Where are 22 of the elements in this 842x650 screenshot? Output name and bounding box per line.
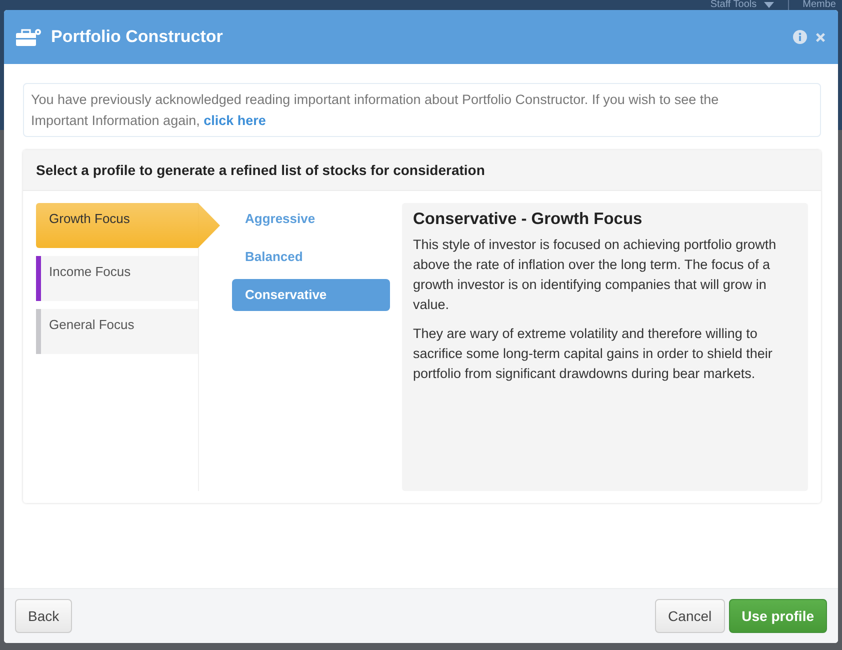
category-tab[interactable]: General Focus [36,309,198,354]
panel-heading: Select a profile to generate a refined list of stocks for consideration [36,162,485,178]
nav-link[interactable]: Staff Tools [710,0,757,10]
category-tab[interactable]: Income Focus [36,256,198,301]
notice-text: You have previously acknowledged reading important information about Portfolio Constructor. If you wish to see the Important Information again, click here [31,92,719,128]
description-text: This style of investor is focused on achieving portfolio growth above the rate of inflation over the long term. The focus of a growth investor is on identifying companies that will grow in value. [413,236,778,314]
click-here-link[interactable]: click here [204,113,266,128]
description-title: Conservative - Growth Focus [413,210,644,229]
info-icon[interactable] [793,30,807,44]
nav-link[interactable]: Membe [802,0,836,10]
profile-option[interactable]: Aggressive [232,203,390,235]
description-text: They are wary of extreme volatility and therefore willing to sacrifice some long-term capital gains in order to shield their portfolio from significant drawdowns during bear markets. [413,325,774,383]
dialog-title: Portfolio Constructor [51,27,223,47]
category-tab[interactable]: Growth Focus [36,203,220,248]
profile-option[interactable]: Balanced [232,241,390,273]
close-icon[interactable] [815,32,826,42]
use-profile-button[interactable]: Use profile [728,599,827,633]
cancel-button[interactable]: Cancel [655,599,725,633]
profile-option[interactable]: Conservative [232,279,390,311]
caret-icon[interactable] [764,2,774,8]
back-button[interactable]: Back [15,599,72,633]
toolbox-icon [16,28,42,46]
